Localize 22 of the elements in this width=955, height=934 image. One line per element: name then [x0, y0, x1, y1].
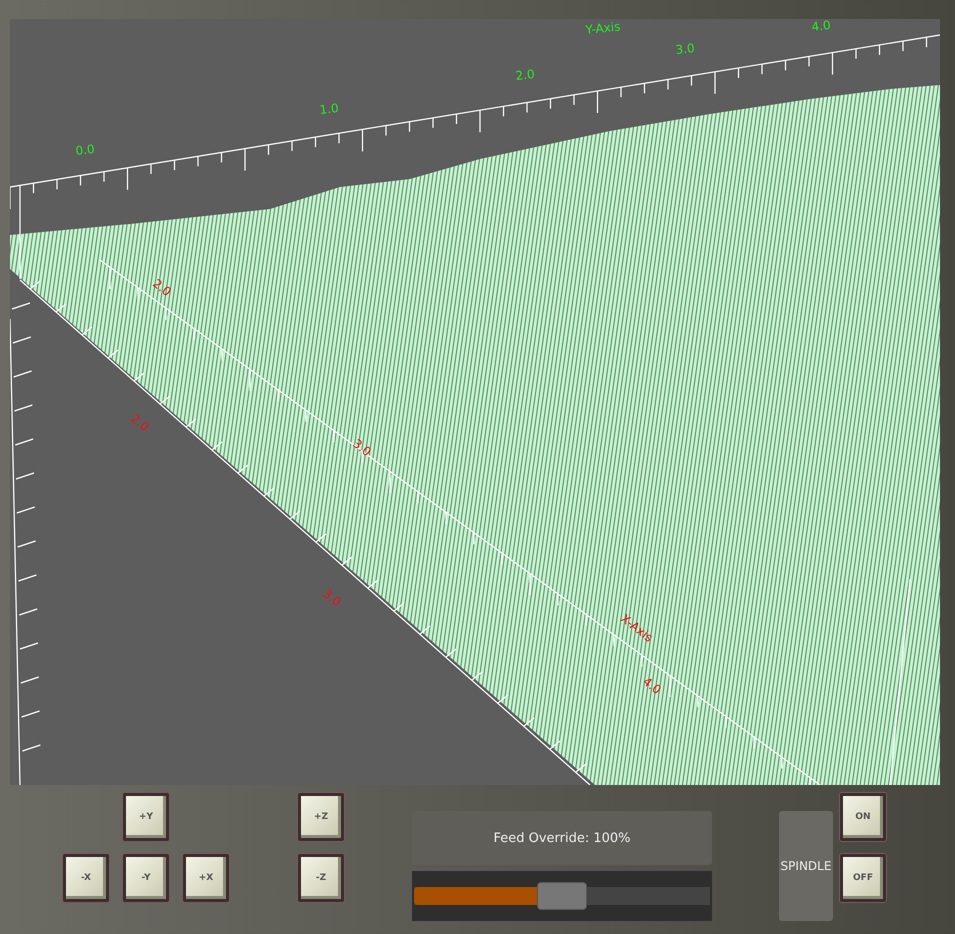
jog-button[interactable]: -Z — [298, 854, 344, 902]
axis-tick-label: 3.0 — [350, 436, 374, 460]
axis-tick-label: 3.0 — [320, 586, 344, 610]
spindle-label: SPINDLE — [779, 811, 833, 921]
jog-button[interactable]: -X — [63, 854, 109, 902]
spindle-button[interactable]: ON — [840, 793, 886, 841]
axis-tick-label: 4.0 — [640, 674, 664, 698]
spindle-button[interactable]: OFF — [840, 854, 886, 902]
axis-tick-label: 2.0 — [150, 276, 174, 300]
jog-button[interactable]: -Y — [123, 854, 169, 902]
jog-button[interactable]: +Y — [123, 793, 169, 841]
feed-override-label: Feed Override: 100% — [412, 811, 712, 865]
axis-title: Y-Axis — [584, 19, 621, 37]
axis-tick-label: 2.0 — [128, 411, 152, 434]
axis-tick-label: 1.0 — [318, 101, 340, 117]
jog-button[interactable]: +X — [183, 854, 229, 902]
axis-tick-label: 3.0 — [674, 41, 696, 57]
jog-button[interactable]: +Z — [298, 793, 344, 841]
axis-tick-label: 2.0 — [514, 67, 536, 83]
slider-thumb[interactable] — [537, 882, 588, 910]
axis-tick-label: 0.0 — [74, 142, 96, 158]
axis-tick-label: 4.0 — [810, 19, 832, 34]
